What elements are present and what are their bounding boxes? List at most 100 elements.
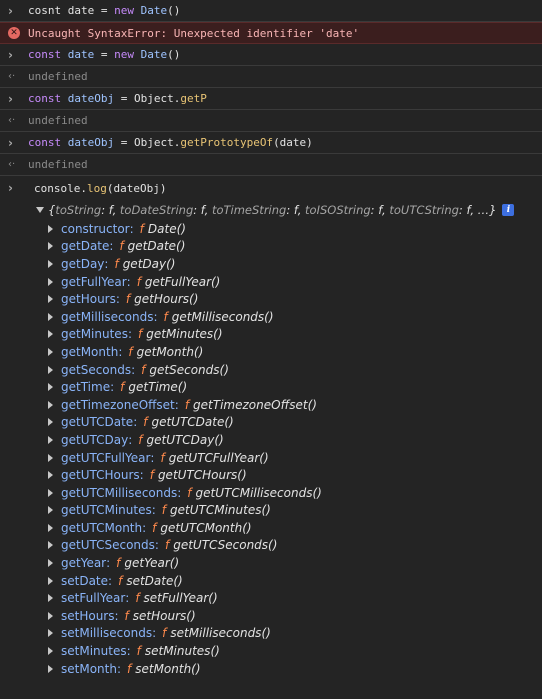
code-token: getP — [180, 92, 207, 105]
property-row[interactable]: getMilliseconds: f getMilliseconds() — [48, 308, 542, 326]
property-row[interactable]: getMinutes: f getMinutes() — [48, 326, 542, 344]
property-key: getUTCMilliseconds — [61, 485, 178, 500]
code-token: () — [167, 4, 181, 17]
expand-arrow-icon[interactable] — [48, 224, 53, 233]
console-input-entry[interactable]: › const dateObj = Object.getP — [0, 88, 542, 110]
property-row[interactable]: getDate: f getDate() — [48, 238, 542, 256]
function-marker: f — [138, 432, 143, 447]
property-key: setDate — [61, 573, 109, 588]
expand-arrow-icon[interactable] — [48, 347, 53, 356]
property-row[interactable]: getUTCMilliseconds: f getUTCMilliseconds() — [48, 484, 542, 502]
property-row[interactable]: getYear: f getYear() — [48, 554, 542, 572]
function-signature: setMinutes() — [144, 644, 220, 659]
expand-arrow-icon[interactable] — [48, 541, 53, 550]
expand-arrow-icon[interactable] — [48, 418, 53, 427]
expand-arrow-icon[interactable] — [48, 312, 53, 321]
result-arrow-icon: ‹· — [8, 71, 16, 82]
function-signature: getUTCMilliseconds() — [195, 485, 322, 500]
property-colon: : — [142, 520, 147, 535]
expand-arrow-icon[interactable] — [48, 611, 53, 620]
property-row[interactable]: getUTCMonth: f getUTCMonth() — [48, 519, 542, 537]
property-row[interactable]: setMinutes: f setMinutes() — [48, 642, 542, 660]
expand-arrow-icon[interactable] — [48, 383, 53, 392]
function-marker: f — [124, 608, 129, 623]
expand-arrow-icon[interactable] — [48, 506, 53, 515]
expand-arrow-icon[interactable] — [48, 576, 53, 585]
function-signature: setDate() — [126, 573, 183, 588]
function-signature: getUTCMonth() — [160, 520, 252, 535]
function-marker: f — [114, 256, 119, 271]
expand-arrow-icon[interactable] — [48, 559, 53, 568]
result-value: undefined — [28, 70, 88, 83]
summary-colon: : — [286, 203, 294, 217]
property-row[interactable]: getHours: f getHours() — [48, 290, 542, 308]
expand-arrow-icon[interactable] — [48, 488, 53, 497]
function-marker: f — [119, 239, 124, 254]
expand-arrow-icon[interactable] — [48, 647, 53, 656]
property-row[interactable]: setMonth: f setMonth() — [48, 660, 542, 678]
expand-arrow-icon[interactable] — [48, 629, 53, 638]
property-key: getUTCMonth — [61, 520, 143, 535]
property-row[interactable]: getDay: f getDay() — [48, 255, 542, 273]
function-signature: getUTCDay() — [146, 432, 224, 447]
property-key: getYear — [61, 556, 107, 571]
devtools-console: › cosnt date = new Date() ✕ Uncaught Syntax… — [0, 0, 542, 699]
summary-colon: : — [193, 203, 201, 217]
property-row[interactable]: setMilliseconds: f setMilliseconds() — [48, 625, 542, 643]
property-row[interactable]: getUTCDay: f getUTCDay() — [48, 431, 542, 449]
expand-arrow-icon[interactable] — [48, 453, 53, 462]
property-colon: : — [153, 309, 158, 324]
prompt-chevron-icon: › — [8, 3, 13, 18]
function-signature: getUTCHours() — [157, 468, 247, 483]
property-row[interactable]: getFullYear: f getFullYear() — [48, 273, 542, 291]
code-token: (date) — [273, 136, 313, 149]
function-marker: f — [152, 520, 157, 535]
expand-arrow-icon[interactable] — [48, 330, 53, 339]
expand-triangle-icon[interactable] — [36, 207, 44, 213]
property-row[interactable]: getTimezoneOffset: f getTimezoneOffset() — [48, 396, 542, 414]
expand-arrow-icon[interactable] — [48, 435, 53, 444]
expand-arrow-icon[interactable] — [48, 277, 53, 286]
property-row[interactable]: constructor: f Date() — [48, 220, 542, 238]
expand-arrow-icon[interactable] — [48, 400, 53, 409]
property-row[interactable]: getUTCFullYear: f getUTCFullYear() — [48, 449, 542, 467]
property-colon: : — [106, 556, 111, 571]
function-marker: f — [118, 573, 123, 588]
property-row[interactable]: setHours: f setHours() — [48, 607, 542, 625]
property-row[interactable]: getSeconds: f getSeconds() — [48, 361, 542, 379]
entry-gutter: › — [8, 48, 28, 62]
expand-arrow-icon[interactable] — [48, 664, 53, 673]
property-key: setMilliseconds — [61, 626, 153, 641]
property-row[interactable]: getUTCHours: f getUTCHours() — [48, 466, 542, 484]
info-icon[interactable]: i — [502, 204, 515, 216]
expand-arrow-icon[interactable] — [48, 259, 53, 268]
property-row[interactable]: getUTCDate: f getUTCDate() — [48, 414, 542, 432]
expand-arrow-icon[interactable] — [48, 594, 53, 603]
expand-arrow-icon[interactable] — [48, 295, 53, 304]
property-row[interactable]: setDate: f setDate() — [48, 572, 542, 590]
property-row[interactable]: getUTCMinutes: f getUTCMinutes() — [48, 502, 542, 520]
console-input-entry[interactable]: › const dateObj = Object.getPrototypeOf(d… — [0, 132, 542, 154]
property-row[interactable]: setFullYear: f setFullYear() — [48, 589, 542, 607]
property-row[interactable]: getTime: f getTime() — [48, 378, 542, 396]
summary-key: toISOString — [305, 203, 371, 217]
expand-arrow-icon[interactable] — [48, 523, 53, 532]
expand-arrow-icon[interactable] — [48, 242, 53, 251]
expand-arrow-icon[interactable] — [48, 471, 53, 480]
console-input-entry[interactable]: › const date = new Date() — [0, 44, 542, 66]
property-row[interactable]: getMonth: f getMonth() — [48, 343, 542, 361]
property-key: getUTCDate — [61, 415, 134, 430]
console-result-entry: ‹· undefined — [0, 66, 542, 88]
expand-arrow-icon[interactable] — [48, 365, 53, 374]
console-input-row[interactable]: › console.log(dateObj) — [0, 176, 542, 200]
console-input-entry[interactable]: › cosnt date = new Date() — [0, 0, 542, 22]
object-summary[interactable]: {toString: f, toDateString: f, toTimeStr… — [0, 200, 542, 220]
console-log-command[interactable]: console.log(dateObj) — [28, 182, 166, 195]
result-value: undefined — [28, 114, 88, 127]
property-row[interactable]: getUTCSeconds: f getUTCSeconds() — [48, 537, 542, 555]
function-marker: f — [116, 556, 121, 571]
